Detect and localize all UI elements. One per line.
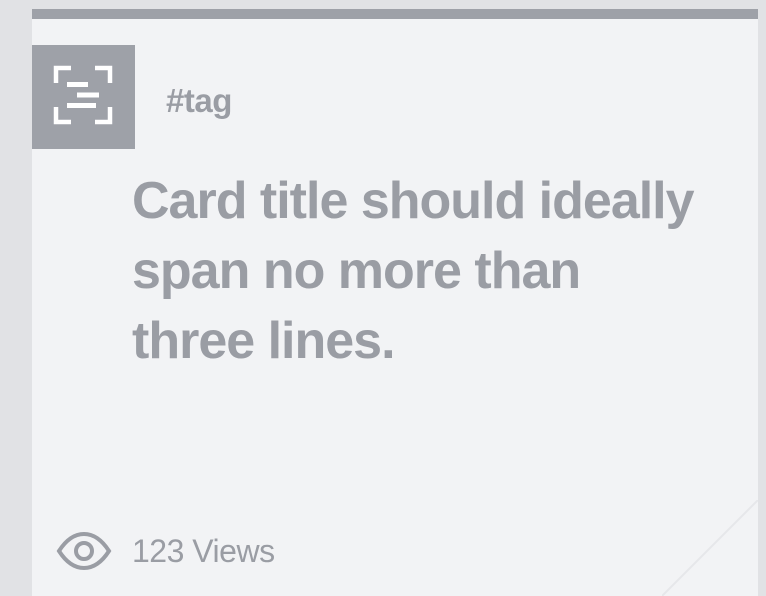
card-title[interactable]: Card title should ideally span no more t… bbox=[132, 166, 712, 376]
views-label: 123 Views bbox=[132, 532, 275, 569]
card-corner-fold bbox=[662, 500, 758, 596]
eye-icon bbox=[56, 529, 112, 573]
content-card[interactable]: #tag Card title should ideally span no m… bbox=[32, 9, 758, 596]
card-thumbnail bbox=[32, 45, 135, 149]
card-tag[interactable]: #tag bbox=[166, 81, 232, 121]
views-count: 123 Views bbox=[56, 529, 275, 573]
scan-image-icon bbox=[53, 65, 113, 130]
card-top-bar bbox=[32, 9, 758, 19]
